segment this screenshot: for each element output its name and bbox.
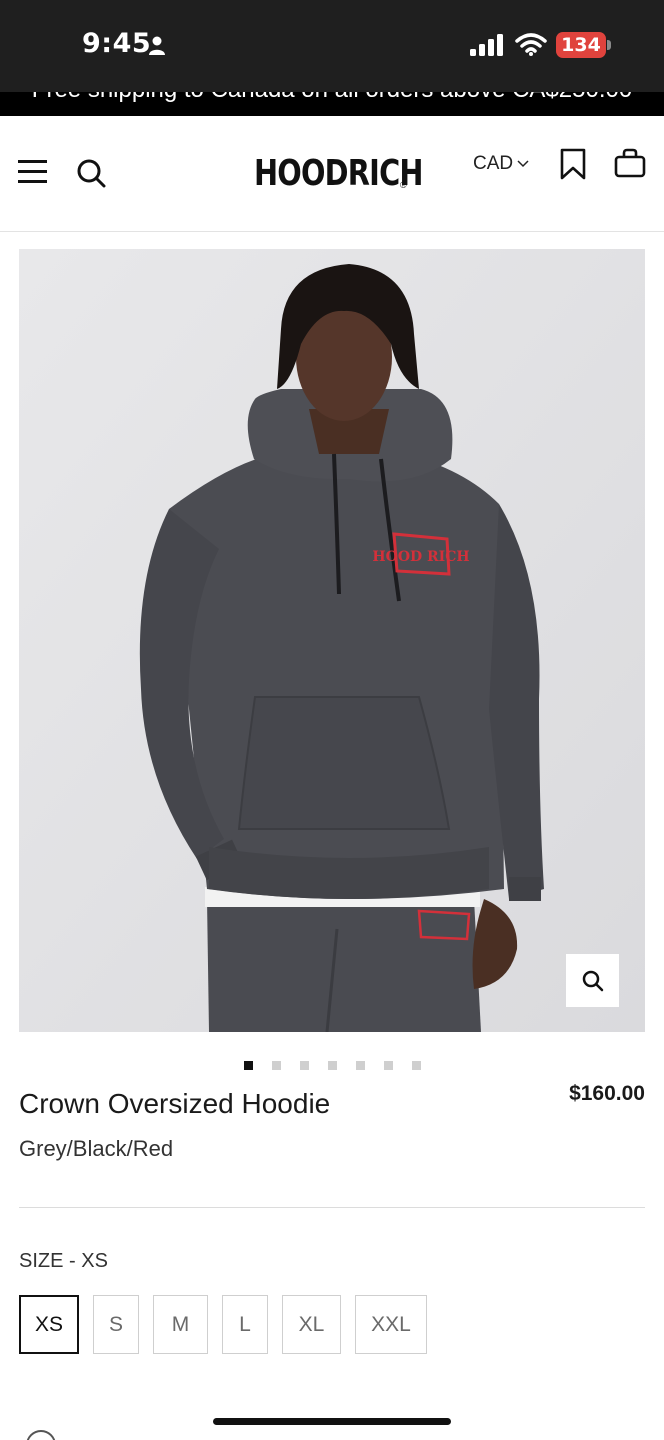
- carousel-dots: [244, 1061, 421, 1070]
- size-option-m[interactable]: M: [153, 1295, 208, 1354]
- site-header: HOODRICH ® CAD: [0, 116, 664, 232]
- product-color: Grey/Black/Red: [19, 1136, 174, 1161]
- status-time: 9:45: [82, 28, 152, 59]
- carousel-dot[interactable]: [300, 1061, 309, 1070]
- carousel-dot[interactable]: [328, 1061, 337, 1070]
- carousel-dot[interactable]: [384, 1061, 393, 1070]
- carousel-dot[interactable]: [356, 1061, 365, 1070]
- battery-level: 134: [561, 34, 601, 56]
- currency-label: CAD: [473, 153, 514, 174]
- signal-icon: [470, 34, 503, 56]
- home-indicator[interactable]: [213, 1418, 451, 1425]
- bookmark-icon[interactable]: [560, 148, 586, 180]
- carousel-dot[interactable]: [412, 1061, 421, 1070]
- bag-icon[interactable]: [614, 148, 646, 178]
- size-option-l[interactable]: L: [222, 1295, 268, 1354]
- size-option-s[interactable]: S: [93, 1295, 139, 1354]
- size-option-xs[interactable]: XS: [19, 1295, 79, 1354]
- battery-icon: 134: [556, 32, 606, 58]
- person-icon: [149, 36, 165, 55]
- carousel-dot[interactable]: [272, 1061, 281, 1070]
- battery-cap: [607, 40, 611, 50]
- menu-icon[interactable]: [18, 160, 48, 186]
- brand-logo[interactable]: HOODRICH: [254, 152, 424, 196]
- chest-logo: HOOD RICH: [372, 549, 469, 565]
- divider: [19, 1207, 645, 1208]
- search-icon[interactable]: [76, 158, 106, 188]
- product-photo: HOOD RICH: [19, 249, 645, 1032]
- zoom-icon: [582, 970, 603, 991]
- size-options: XS S M L XL XXL: [19, 1295, 427, 1354]
- status-bar: 9:45 134: [0, 0, 664, 92]
- info-icon[interactable]: [26, 1430, 56, 1440]
- registered-mark: ®: [400, 180, 407, 190]
- chevron-down-icon: [517, 160, 529, 168]
- size-option-xxl[interactable]: XXL: [355, 1295, 427, 1354]
- product-image[interactable]: HOOD RICH: [19, 249, 645, 1032]
- zoom-button[interactable]: [566, 954, 619, 1007]
- announcement-bar[interactable]: Free shipping to Canada on all orders ab…: [0, 92, 664, 116]
- size-label: SIZE - XS: [19, 1250, 108, 1272]
- product-price: $160.00: [569, 1082, 645, 1105]
- product-title: Crown Oversized Hoodie: [19, 1088, 331, 1119]
- announcement-text: Free shipping to Canada on all orders ab…: [0, 92, 664, 104]
- currency-selector[interactable]: CAD: [473, 153, 529, 175]
- wifi-icon: [515, 33, 547, 56]
- size-option-xl[interactable]: XL: [282, 1295, 341, 1354]
- carousel-dot[interactable]: [244, 1061, 253, 1070]
